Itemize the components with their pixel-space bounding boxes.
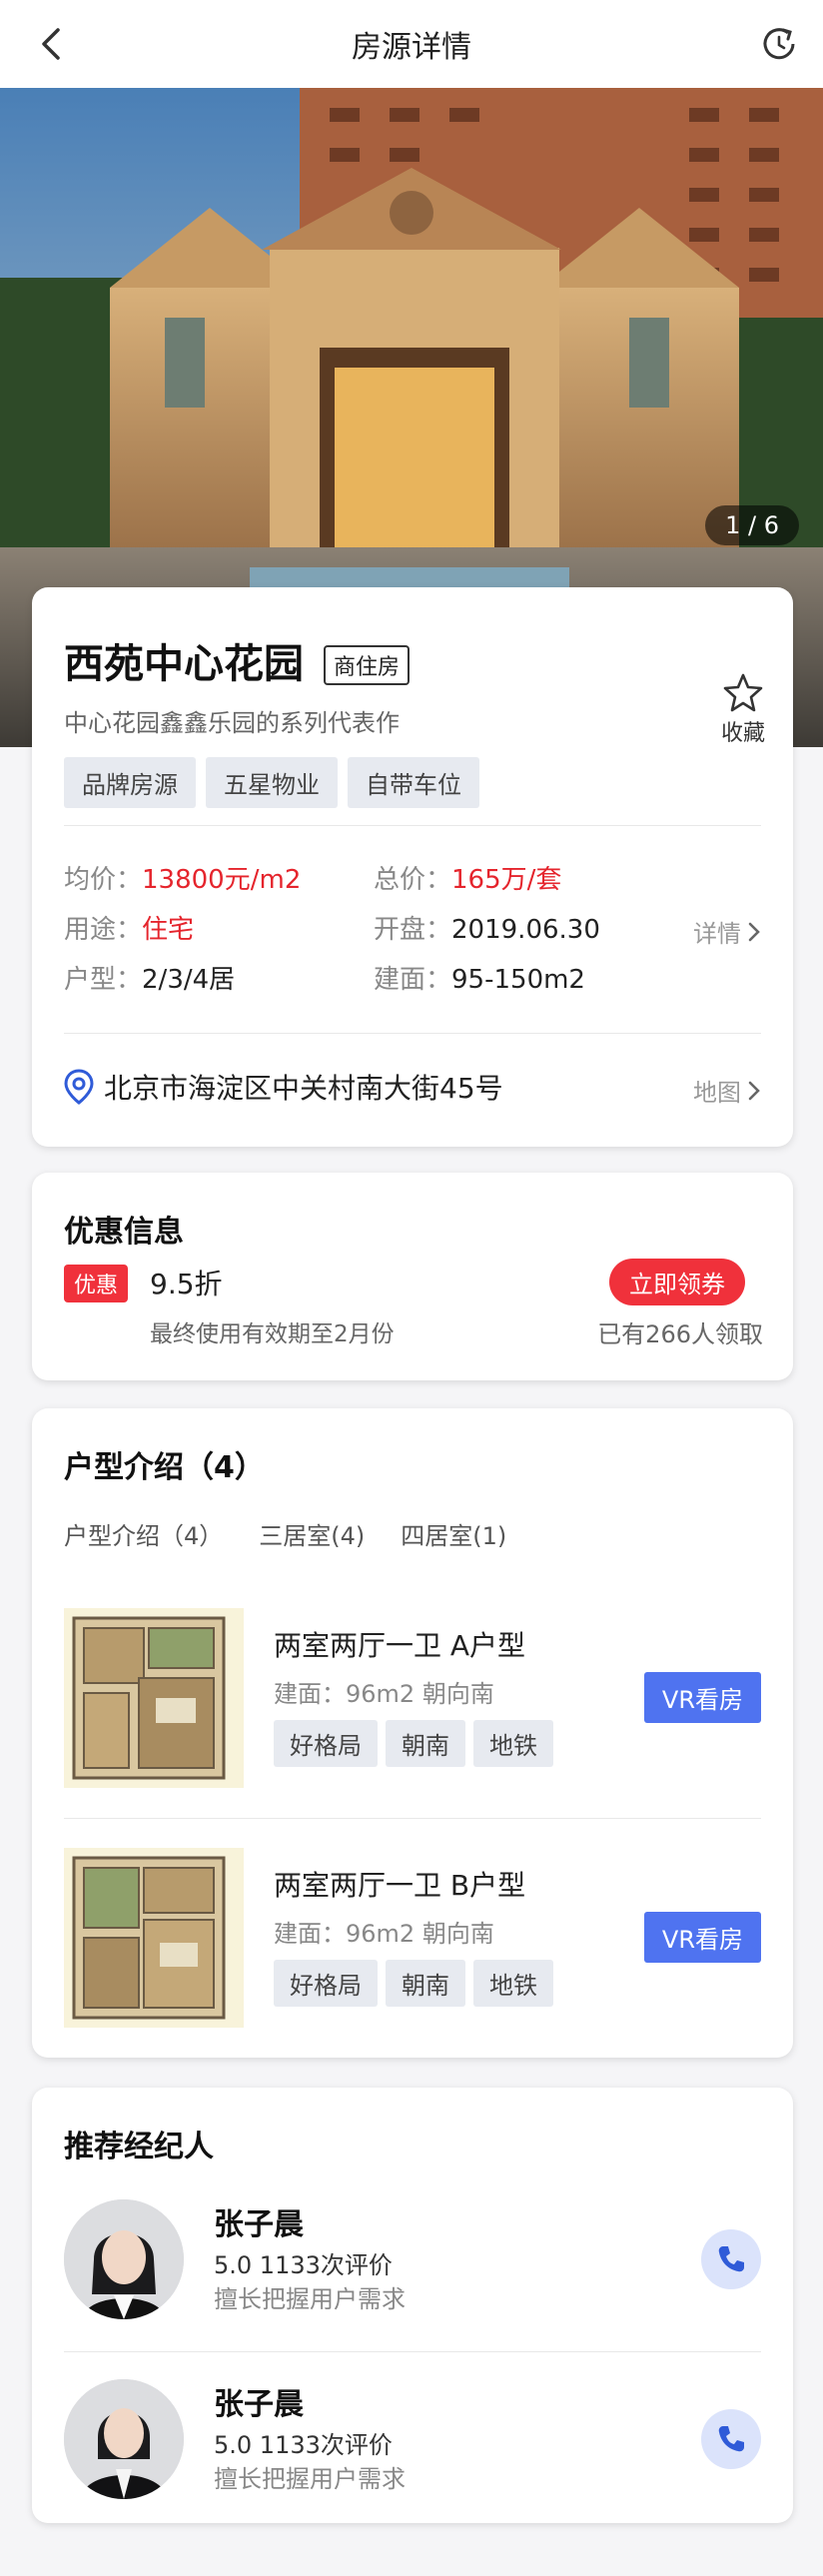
agent-rating: 5.0 1133次评价 [214,2431,393,2459]
total-price-label: 总价： [374,865,452,895]
coupon-badge: 优惠 [64,1265,129,1302]
agent-specialty: 擅长把握用户需求 [214,2285,406,2313]
floorplan-tag: 地铁 [473,1960,553,2007]
top-nav-bar: 房源详情 [0,0,823,88]
tab-four-rooms[interactable]: 四居室(1) [401,1516,506,1551]
floorplan-image [64,1608,244,1788]
floorplan-tags: 好格局 朝南 地铁 [274,1960,553,2007]
address-text: 北京市海淀区中关村南大街45号 [104,1072,503,1105]
total-price-value: 165万/套 [451,865,562,895]
detail-link-label: 详情 [693,920,741,948]
floorplan-image [64,1848,244,2028]
open-date-value: 2019.06.30 [451,915,600,945]
call-agent-button[interactable] [701,2409,761,2469]
map-link[interactable]: 地图 [693,1073,761,1108]
floorplan-item[interactable]: 两室两厅一卫 A户型 建面：96m2 朝向南 好格局 朝南 地铁 VR看房 [64,1608,761,1808]
coupon-card: 优惠信息 优惠 9.5折 最终使用有效期至2月份 立即领券 已有266人领取 [32,1173,793,1380]
address-row[interactable]: 北京市海淀区中关村南大街45号 [64,1067,503,1107]
floorplans-title: 户型介绍（4） [64,1450,265,1485]
coupon-discount: 9.5折 [150,1268,223,1300]
property-info-card: 西苑中心花园 商住房 收藏 中心花园鑫鑫乐园的系列代表作 品牌房源 五星物业 自… [32,587,793,1147]
coupon-title: 优惠信息 [64,1215,184,1250]
agent-avatar [64,2199,184,2319]
photo-counter: 1 / 6 [705,505,799,545]
page-title: 房源详情 [352,30,471,65]
coupon-expiry: 最终使用有效期至2月份 [150,1321,395,1347]
usage-value: 住宅 [142,915,195,945]
feature-tag: 品牌房源 [64,757,196,808]
usage: 用途：住宅 [64,909,194,946]
area: 建面：95-150m2 [374,959,585,996]
divider [64,2351,761,2352]
avg-price-value: 13800元/m2 [142,865,302,895]
usage-label: 用途： [64,915,143,945]
layout-value: 2/3/4居 [142,965,236,995]
floorplan-tags: 好格局 朝南 地铁 [274,1720,553,1767]
floorplan-tag: 朝南 [386,1720,465,1767]
floorplan-info: 建面：96m2 朝向南 [274,1920,494,1948]
total-price: 总价：165万/套 [374,859,561,896]
divider [64,1033,761,1034]
avg-price: 均价：13800元/m2 [64,859,301,896]
vr-view-button[interactable]: VR看房 [643,1912,761,1963]
floorplan-item[interactable]: 两室两厅一卫 B户型 建面：96m2 朝向南 好格局 朝南 地铁 VR看房 [64,1848,761,2048]
agent-item[interactable]: 张子晨 5.0 1133次评价 擅长把握用户需求 [64,2375,761,2525]
tab-three-rooms[interactable]: 三居室(4) [259,1516,365,1551]
open-date: 开盘：2019.06.30 [374,909,600,946]
floorplans-card: 户型介绍（4） 户型介绍（4） 三居室(4) 四居室(1) 两室两厅一卫 A户型… [32,1408,793,2058]
feature-tags: 品牌房源 五星物业 自带车位 [64,757,479,808]
map-link-label: 地图 [693,1079,741,1107]
back-arrow-icon[interactable] [30,22,74,66]
avg-price-label: 均价： [64,865,143,895]
coupon-received-count: 已有266人领取 [597,1320,763,1348]
open-date-label: 开盘： [374,915,452,945]
star-icon[interactable] [721,671,765,715]
feature-tag: 五星物业 [206,757,338,808]
floorplan-tag: 好格局 [274,1960,378,2007]
property-name: 西苑中心花园 [64,641,304,687]
agent-item[interactable]: 张子晨 5.0 1133次评价 擅长把握用户需求 [64,2195,761,2345]
collect-button[interactable]: 收藏 [721,715,765,747]
area-value: 95-150m2 [451,965,585,995]
agent-rating: 5.0 1133次评价 [214,2251,393,2279]
area-label: 建面： [374,965,452,995]
floorplan-tag: 好格局 [274,1720,378,1767]
chevron-right-icon [748,1081,760,1100]
floorplan-name: 两室两厅一卫 B户型 [274,1869,526,1902]
floorplan-tag: 朝南 [386,1960,465,2007]
location-pin-icon [64,1069,94,1105]
chevron-right-icon [748,922,760,941]
phone-icon [718,2426,744,2452]
floorplan-tag: 地铁 [473,1720,553,1767]
agent-specialty: 擅长把握用户需求 [214,2465,406,2493]
property-type-badge: 商住房 [324,645,411,685]
feature-tag: 自带车位 [348,757,479,808]
detail-link[interactable]: 详情 [693,914,761,949]
floorplan-tabs: 户型介绍（4） 三居室(4) 四居室(1) [64,1516,542,1551]
agents-title: 推荐经纪人 [64,2130,214,2164]
agent-avatar [64,2379,184,2499]
floorplan-info: 建面：96m2 朝向南 [274,1680,494,1708]
floorplan-name: 两室两厅一卫 A户型 [274,1629,526,1662]
divider [64,825,761,826]
agent-name: 张子晨 [214,2387,304,2422]
phone-icon [718,2246,744,2272]
agent-name: 张子晨 [214,2207,304,2242]
refresh-icon[interactable] [757,22,801,66]
tab-all-layouts[interactable]: 户型介绍（4） [64,1516,223,1551]
property-description: 中心花园鑫鑫乐园的系列代表作 [64,709,400,737]
layout-label: 户型： [64,965,143,995]
vr-view-button[interactable]: VR看房 [643,1672,761,1723]
divider [64,1818,761,1819]
layout: 户型：2/3/4居 [64,959,235,996]
agents-card: 推荐经纪人 张子晨 5.0 1133次评价 擅长把握用户需求 张子晨 5.0 1… [32,2088,793,2523]
get-coupon-button[interactable]: 立即领券 [609,1259,745,1305]
call-agent-button[interactable] [701,2229,761,2289]
